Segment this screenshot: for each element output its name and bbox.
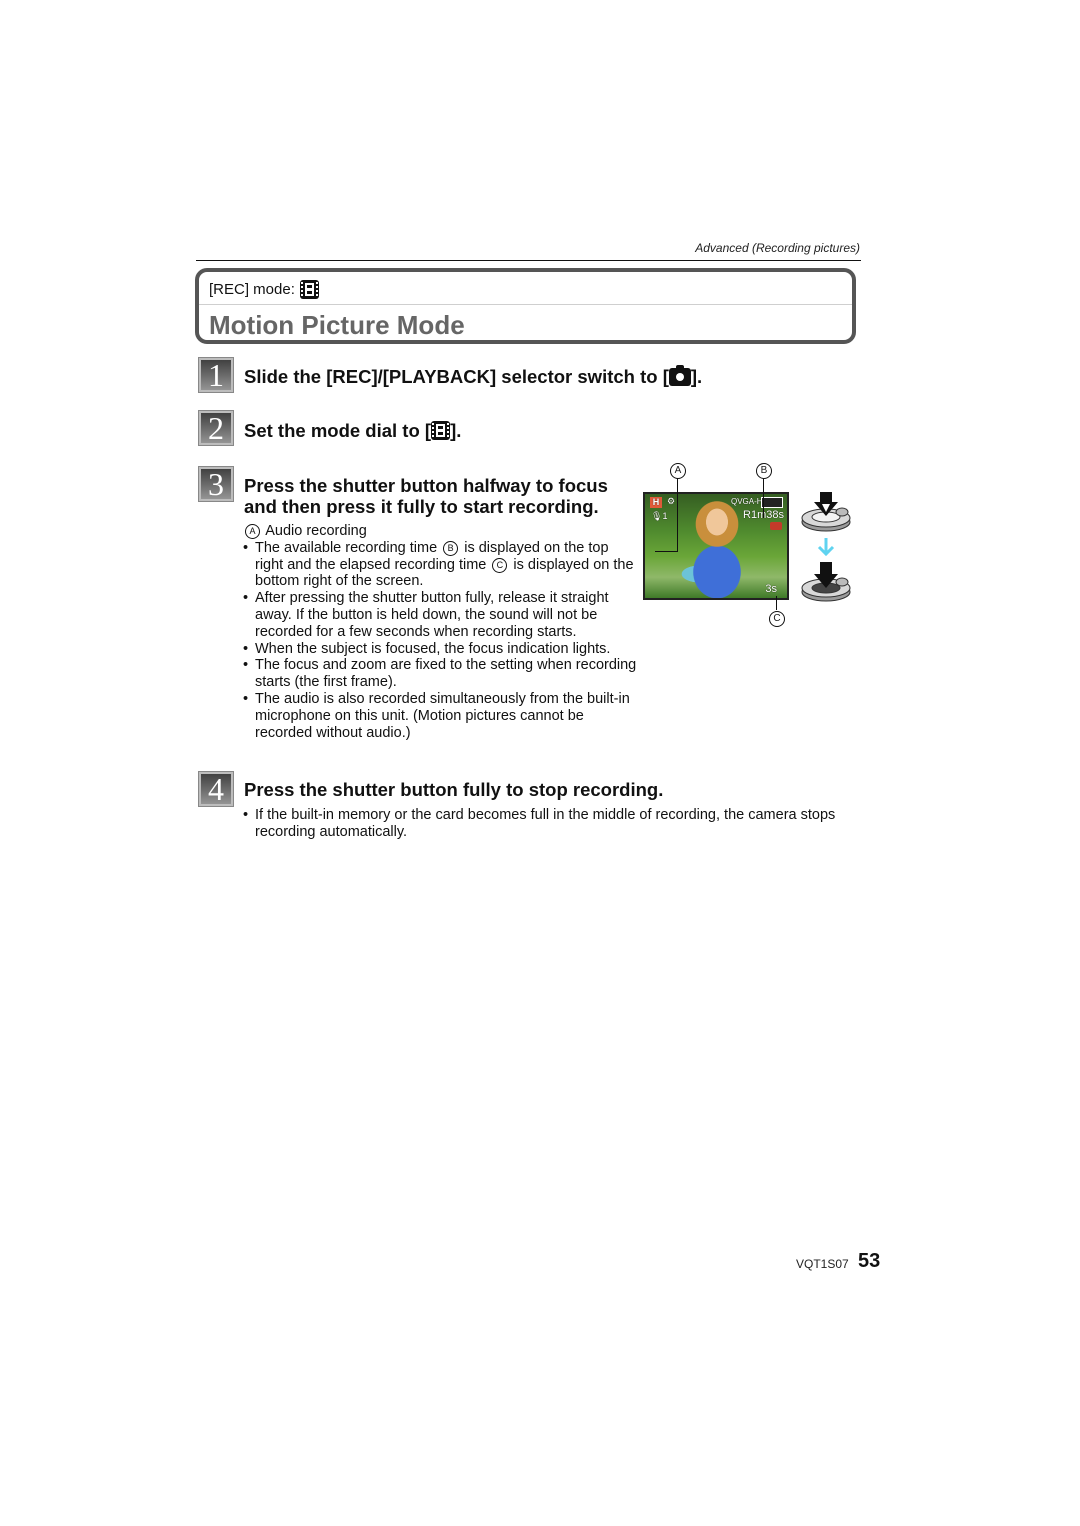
callout-a-leader-h bbox=[655, 551, 678, 552]
page-title: Motion Picture Mode bbox=[209, 310, 465, 340]
step-3-title: Press the shutter button halfway to focu… bbox=[244, 475, 634, 517]
step-number-1: 1 bbox=[198, 357, 234, 393]
step-2-title-text: Set the mode dial to [ bbox=[244, 420, 432, 441]
step-2-title: Set the mode dial to []. bbox=[244, 420, 461, 441]
step-3-title-line1: Press the shutter button halfway to focu… bbox=[244, 475, 608, 496]
title-divider bbox=[199, 304, 852, 305]
shutter-half-press-icon bbox=[801, 492, 851, 532]
camera-screen-photo: H ⚙ QVGA-H 🎙1 R1m38s 3s bbox=[643, 492, 789, 600]
bullet-item: The available recording time B is displa… bbox=[243, 540, 638, 590]
rec-mode-line: [REC] mode: bbox=[209, 280, 319, 299]
audio-note: A Audio recording bbox=[243, 523, 638, 540]
step-number-3: 3 bbox=[198, 466, 234, 502]
section-label: Advanced (Recording pictures) bbox=[695, 241, 860, 255]
callout-c: C bbox=[769, 611, 785, 627]
arrow-down-icon bbox=[817, 538, 835, 557]
callout-marker-a: A bbox=[245, 524, 260, 539]
callout-a: A bbox=[670, 463, 686, 479]
motion-picture-film-icon bbox=[431, 421, 451, 440]
record-status-icon bbox=[770, 522, 782, 530]
bullet-item: When the subject is focused, the focus i… bbox=[243, 641, 638, 658]
settings-icon: ⚙ bbox=[667, 496, 676, 506]
title-box: [REC] mode: Motion Picture Mode bbox=[195, 268, 856, 344]
callout-c-leader bbox=[776, 596, 777, 610]
audio-recording-icon: 🎙1 bbox=[651, 511, 668, 521]
step-4-title: Press the shutter button fully to stop r… bbox=[244, 779, 664, 800]
callout-marker-b: B bbox=[443, 540, 459, 556]
callout-b: B bbox=[756, 463, 772, 479]
document-code: VQT1S07 bbox=[796, 1257, 849, 1271]
battery-icon bbox=[761, 497, 783, 508]
shutter-full-press-icon bbox=[801, 562, 851, 602]
bullet-item: If the built-in memory or the card becom… bbox=[243, 807, 853, 841]
quality-label: QVGA-H bbox=[731, 497, 763, 506]
motion-picture-film-icon bbox=[299, 280, 319, 299]
step-2-title-end: ]. bbox=[450, 420, 462, 441]
callout-marker-c: C bbox=[492, 557, 508, 573]
step-1-title-end: ]. bbox=[690, 366, 703, 387]
audio-note-label: Audio recording bbox=[265, 523, 367, 539]
rec-mode-label: [REC] mode: bbox=[209, 281, 295, 298]
bullet-item: After pressing the shutter button fully,… bbox=[243, 590, 638, 640]
bullet-item: The audio is also recorded simultaneousl… bbox=[243, 691, 638, 741]
callout-b-leader bbox=[763, 478, 764, 518]
bullet-text: The available recording time bbox=[255, 539, 442, 556]
step-3-notes: A Audio recording The available recordin… bbox=[243, 523, 638, 741]
step-number-4: 4 bbox=[198, 771, 234, 807]
camera-icon bbox=[668, 365, 691, 386]
bullet-item: The focus and zoom are fixed to the sett… bbox=[243, 657, 638, 691]
step-1-title-text: Slide the [REC]/[PLAYBACK] selector swit… bbox=[244, 366, 669, 387]
callout-a-leader bbox=[677, 478, 678, 551]
page-number: 53 bbox=[858, 1250, 881, 1272]
header-rule bbox=[196, 260, 861, 261]
elapsed-time: 3s bbox=[765, 583, 777, 595]
step-number-2: 2 bbox=[198, 410, 234, 446]
step-3-title-line2: and then press it fully to start recordi… bbox=[244, 496, 599, 517]
step-1-title: Slide the [REC]/[PLAYBACK] selector swit… bbox=[244, 365, 703, 387]
step-4-notes: If the built-in memory or the card becom… bbox=[243, 807, 853, 841]
mode-badge: H bbox=[650, 497, 662, 508]
audio-indicator: 1 bbox=[662, 511, 668, 521]
